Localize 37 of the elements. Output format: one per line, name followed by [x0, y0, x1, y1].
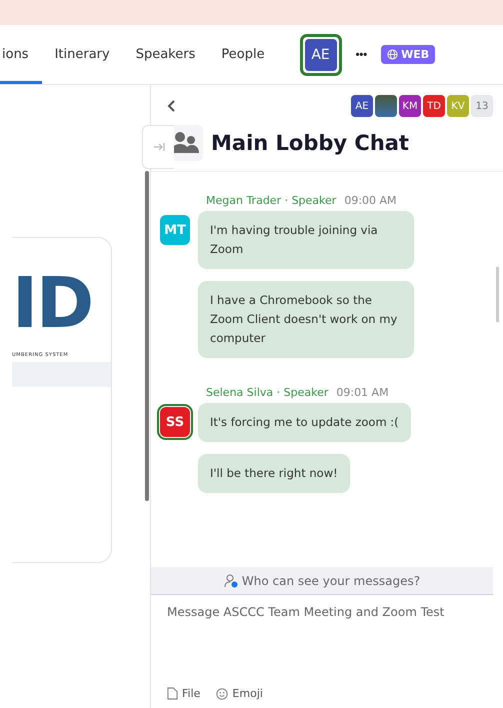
- file-icon: [167, 687, 178, 700]
- collapse-icon: [152, 140, 166, 154]
- sender-name: Selena Silva · Speaker: [206, 386, 328, 399]
- participant-avatar[interactable]: AE: [351, 95, 373, 117]
- more-button[interactable]: •••: [352, 48, 372, 60]
- participant-count[interactable]: 13: [471, 95, 493, 117]
- emoji-icon: [216, 688, 228, 700]
- scrollbar-thumb[interactable]: [496, 267, 499, 322]
- composer-action[interactable]: File: [167, 687, 200, 700]
- message-time: 09:00 AM: [344, 194, 397, 207]
- message-bubble: It's forcing me to update zoom :(: [198, 403, 411, 442]
- participant-avatar[interactable]: TD: [423, 95, 445, 117]
- back-icon[interactable]: [167, 99, 177, 113]
- participant-photo[interactable]: [375, 95, 397, 117]
- message-bubble: I'm having trouble joining via Zoom: [198, 211, 414, 269]
- privacy-notice-text: Who can see your messages?: [242, 574, 420, 588]
- globe-icon: [387, 49, 398, 60]
- message-bubble: I'll be there right now!: [198, 454, 350, 493]
- message-time: 09:01 AM: [336, 386, 389, 399]
- logo-text: ID: [12, 268, 94, 338]
- composer-action[interactable]: Emoji: [216, 687, 263, 700]
- person-icon: [224, 574, 238, 588]
- nav-tab[interactable]: People: [208, 25, 278, 84]
- participant-avatar[interactable]: KM: [399, 95, 421, 117]
- collapse-button[interactable]: [142, 125, 174, 169]
- sender-name: Megan Trader · Speaker: [206, 194, 336, 207]
- message-bubble: I have a Chromebook so the Zoom Client doesn't work on my computer: [198, 281, 414, 358]
- nav-tab[interactable]: Itinerary: [42, 25, 123, 84]
- nav-tab[interactable]: Speakers: [122, 25, 208, 84]
- people-icon: [171, 131, 199, 155]
- sender-avatar[interactable]: SS: [160, 407, 190, 437]
- nav-tab[interactable]: ions: [0, 25, 42, 84]
- chat-title: Main Lobby Chat: [211, 131, 409, 155]
- scrollbar-thumb[interactable]: [145, 171, 149, 501]
- privacy-notice[interactable]: Who can see your messages?: [151, 567, 493, 595]
- profile-avatar-button[interactable]: AE: [300, 34, 342, 76]
- badge-label: WEB: [401, 48, 430, 61]
